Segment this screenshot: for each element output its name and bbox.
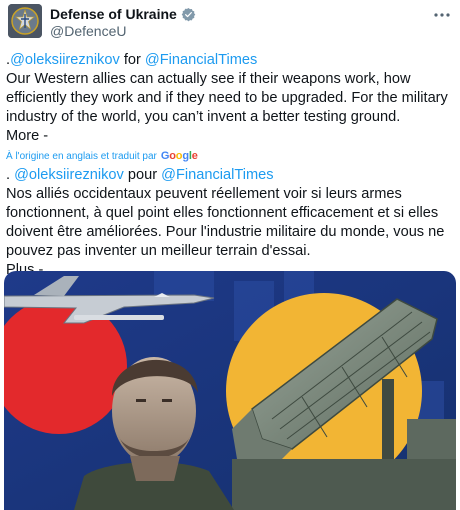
translated-line-1: Nos alliés occidentaux peuvent réellemen…: [6, 186, 402, 202]
translated-mention-financialtimes[interactable]: @FinancialTimes: [161, 167, 273, 183]
mention-financialtimes[interactable]: @FinancialTimes: [145, 52, 257, 68]
original-mention-line: .@oleksiireznikov for @FinancialTimes: [6, 51, 257, 70]
original-line-3: industry of the world, you can’t invent …: [6, 109, 401, 125]
translated-mention-oleksiireznikov[interactable]: @oleksiireznikov: [14, 167, 124, 183]
avatar[interactable]: [8, 4, 42, 38]
translated-line-2: fonctionnent, à quel point elles fonctio…: [6, 205, 439, 221]
ministry-emblem-icon: [8, 4, 42, 38]
mention-oleksiireznikov[interactable]: @oleksiireznikov: [10, 52, 120, 68]
translation-attribution: À l'origine en anglais et traduit par Go…: [6, 150, 198, 162]
name-row: Defense of Ukraine: [50, 6, 196, 22]
translated-line-4: pouvez pas inventer un meilleur terrain …: [6, 243, 311, 259]
more-options-icon[interactable]: [432, 8, 452, 22]
translated-line-3: doivent être améliorées. Pour l'industri…: [6, 224, 445, 240]
original-joiner: for: [119, 52, 145, 68]
collage-image: [4, 271, 456, 510]
verified-badge-icon: [181, 7, 196, 21]
translated-joiner: pour: [123, 167, 162, 183]
original-line-1: Our Western allies can actually see if t…: [6, 71, 411, 87]
tweet-media-image[interactable]: [4, 271, 456, 510]
translated-prefix: .: [6, 167, 15, 183]
original-more-link[interactable]: More -: [6, 127, 48, 146]
handle[interactable]: @DefenceU: [50, 23, 126, 39]
original-line-2: efficiently they work and if they need t…: [6, 90, 448, 106]
translated-mention-line: . @oleksiireznikov pour @FinancialTimes: [6, 166, 274, 185]
translation-label: À l'origine en anglais et traduit par: [6, 150, 157, 162]
display-name[interactable]: Defense of Ukraine: [50, 6, 177, 22]
google-logo: Google: [160, 150, 198, 162]
tweet-header: Defense of Ukraine @DefenceU: [8, 4, 452, 42]
